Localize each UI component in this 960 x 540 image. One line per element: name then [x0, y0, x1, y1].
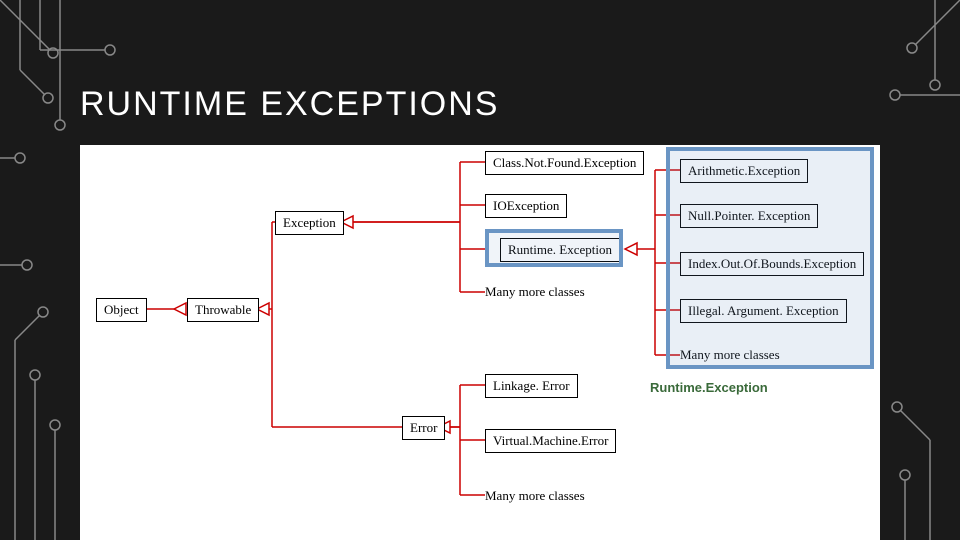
node-object: Object: [96, 298, 147, 322]
node-classnotfound: Class.Not.Found.Exception: [485, 151, 644, 175]
node-vmerror: Virtual.Machine.Error: [485, 429, 616, 453]
highlight-runtime: [485, 229, 623, 267]
node-exception: Exception: [275, 211, 344, 235]
node-more1: Many more classes: [485, 284, 585, 300]
node-throwable: Throwable: [187, 298, 259, 322]
highlight-subclasses: [666, 147, 874, 369]
hierarchy-diagram: Object Throwable Exception Error Class.N…: [80, 145, 880, 540]
node-more2: Many more classes: [485, 488, 585, 504]
node-linkage: Linkage. Error: [485, 374, 578, 398]
caption: Runtime.Exception: [650, 380, 768, 395]
node-error: Error: [402, 416, 445, 440]
page-title: RUNTIME EXCEPTIONS: [80, 85, 499, 124]
node-ioexception: IOException: [485, 194, 567, 218]
